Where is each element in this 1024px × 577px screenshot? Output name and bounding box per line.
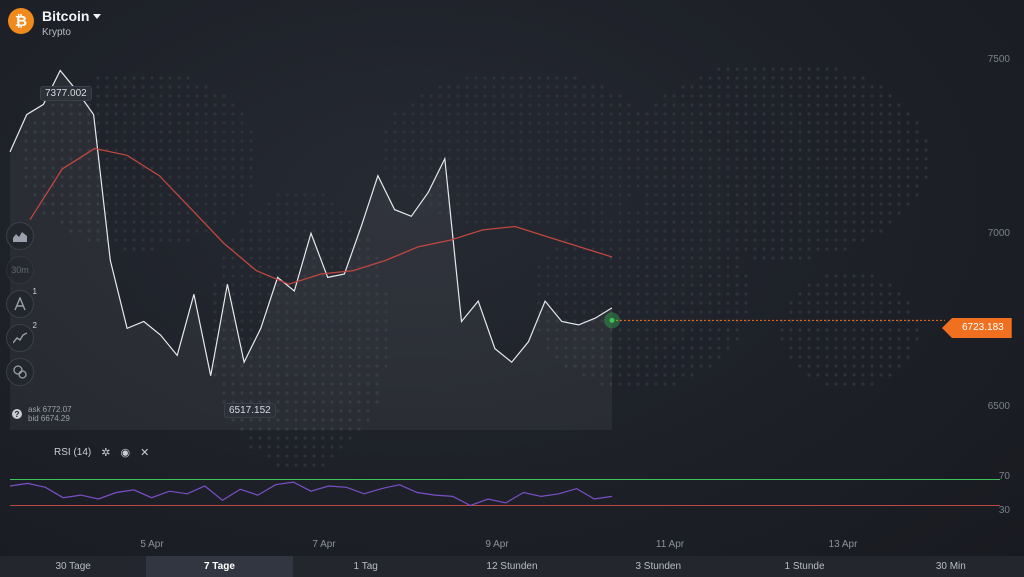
world-map-background	[9, 67, 1000, 507]
ask-value: ask 6772.07	[28, 405, 72, 414]
high-price-label: 7377.002	[40, 86, 92, 101]
timeframe-7-tage[interactable]: 7 Tage	[146, 556, 293, 577]
asset-category: Krypto	[42, 27, 71, 38]
rsi-chart	[9, 479, 1000, 507]
low-price-label: 6517.152	[224, 403, 276, 418]
ask-bid-panel: ? ask 6772.07 bid 6674.29	[12, 405, 72, 423]
timeframe-1-tag[interactable]: 1 Tag	[293, 556, 439, 577]
x-tick-9-apr: 9 Apr	[485, 539, 509, 550]
y-tick-7500: 7500	[987, 54, 1010, 65]
help-icon[interactable]: ?	[12, 409, 22, 419]
x-tick-7-apr: 7 Apr	[312, 539, 336, 550]
draw-tool-badge: 1	[32, 287, 37, 296]
x-tick-11-apr: 11 Apr	[655, 539, 685, 550]
chevron-down-icon	[93, 13, 102, 19]
timeframe-1-stunde[interactable]: 1 Stunde	[731, 556, 877, 577]
area-chart-icon[interactable]	[6, 222, 34, 250]
timeframe-3-stunden[interactable]: 3 Stunden	[585, 556, 731, 577]
bitcoin-icon: ₿	[8, 8, 34, 34]
draw-tool-icon[interactable]: 1	[6, 287, 37, 318]
indicator-icon[interactable]: 2	[6, 321, 37, 352]
timeframe-12-stunden[interactable]: 12 Stunden	[439, 556, 585, 577]
rsi-series-line	[9, 481, 613, 507]
timeframe-30-min[interactable]: 30 Min	[878, 556, 1024, 577]
close-icon[interactable]: ✕	[140, 446, 149, 459]
chart-stage[interactable]	[0, 0, 1024, 577]
rsi-lower-tick: 30	[998, 505, 1010, 516]
asset-name: Bitcoin	[42, 8, 90, 24]
asset-header[interactable]: ₿ Bitcoin Krypto	[8, 8, 102, 38]
timeframe-icon[interactable]: 30m	[6, 256, 34, 284]
rsi-header: RSI (14) ✲ ◉ ✕	[54, 446, 149, 459]
chart-toolbar: 30m 1 2	[6, 222, 37, 386]
gear-icon[interactable]: ✲	[101, 446, 110, 459]
timeframe-bar: 30 Tage 7 Tage 1 Tag 12 Stunden 3 Stunde…	[0, 556, 1024, 577]
x-tick-5-apr: 5 Apr	[140, 539, 164, 550]
current-price-dot	[609, 317, 615, 323]
eye-icon[interactable]: ◉	[120, 446, 130, 459]
rsi-label: RSI (14)	[54, 447, 92, 458]
asset-selector[interactable]: Bitcoin	[42, 8, 102, 24]
price-chart	[9, 69, 945, 430]
current-price-tag: 6723.183	[942, 318, 1012, 338]
y-tick-7000: 7000	[987, 228, 1010, 239]
y-tick-6500: 6500	[987, 401, 1010, 412]
settings-coins-icon[interactable]	[6, 358, 34, 386]
bid-value: bid 6674.29	[28, 414, 70, 423]
indicator-badge: 2	[32, 321, 37, 330]
timeframe-30-tage[interactable]: 30 Tage	[0, 556, 146, 577]
x-tick-13-apr: 13 Apr	[828, 539, 858, 550]
rsi-upper-tick: 70	[998, 471, 1010, 482]
timeframe-label: 30m	[11, 265, 29, 275]
